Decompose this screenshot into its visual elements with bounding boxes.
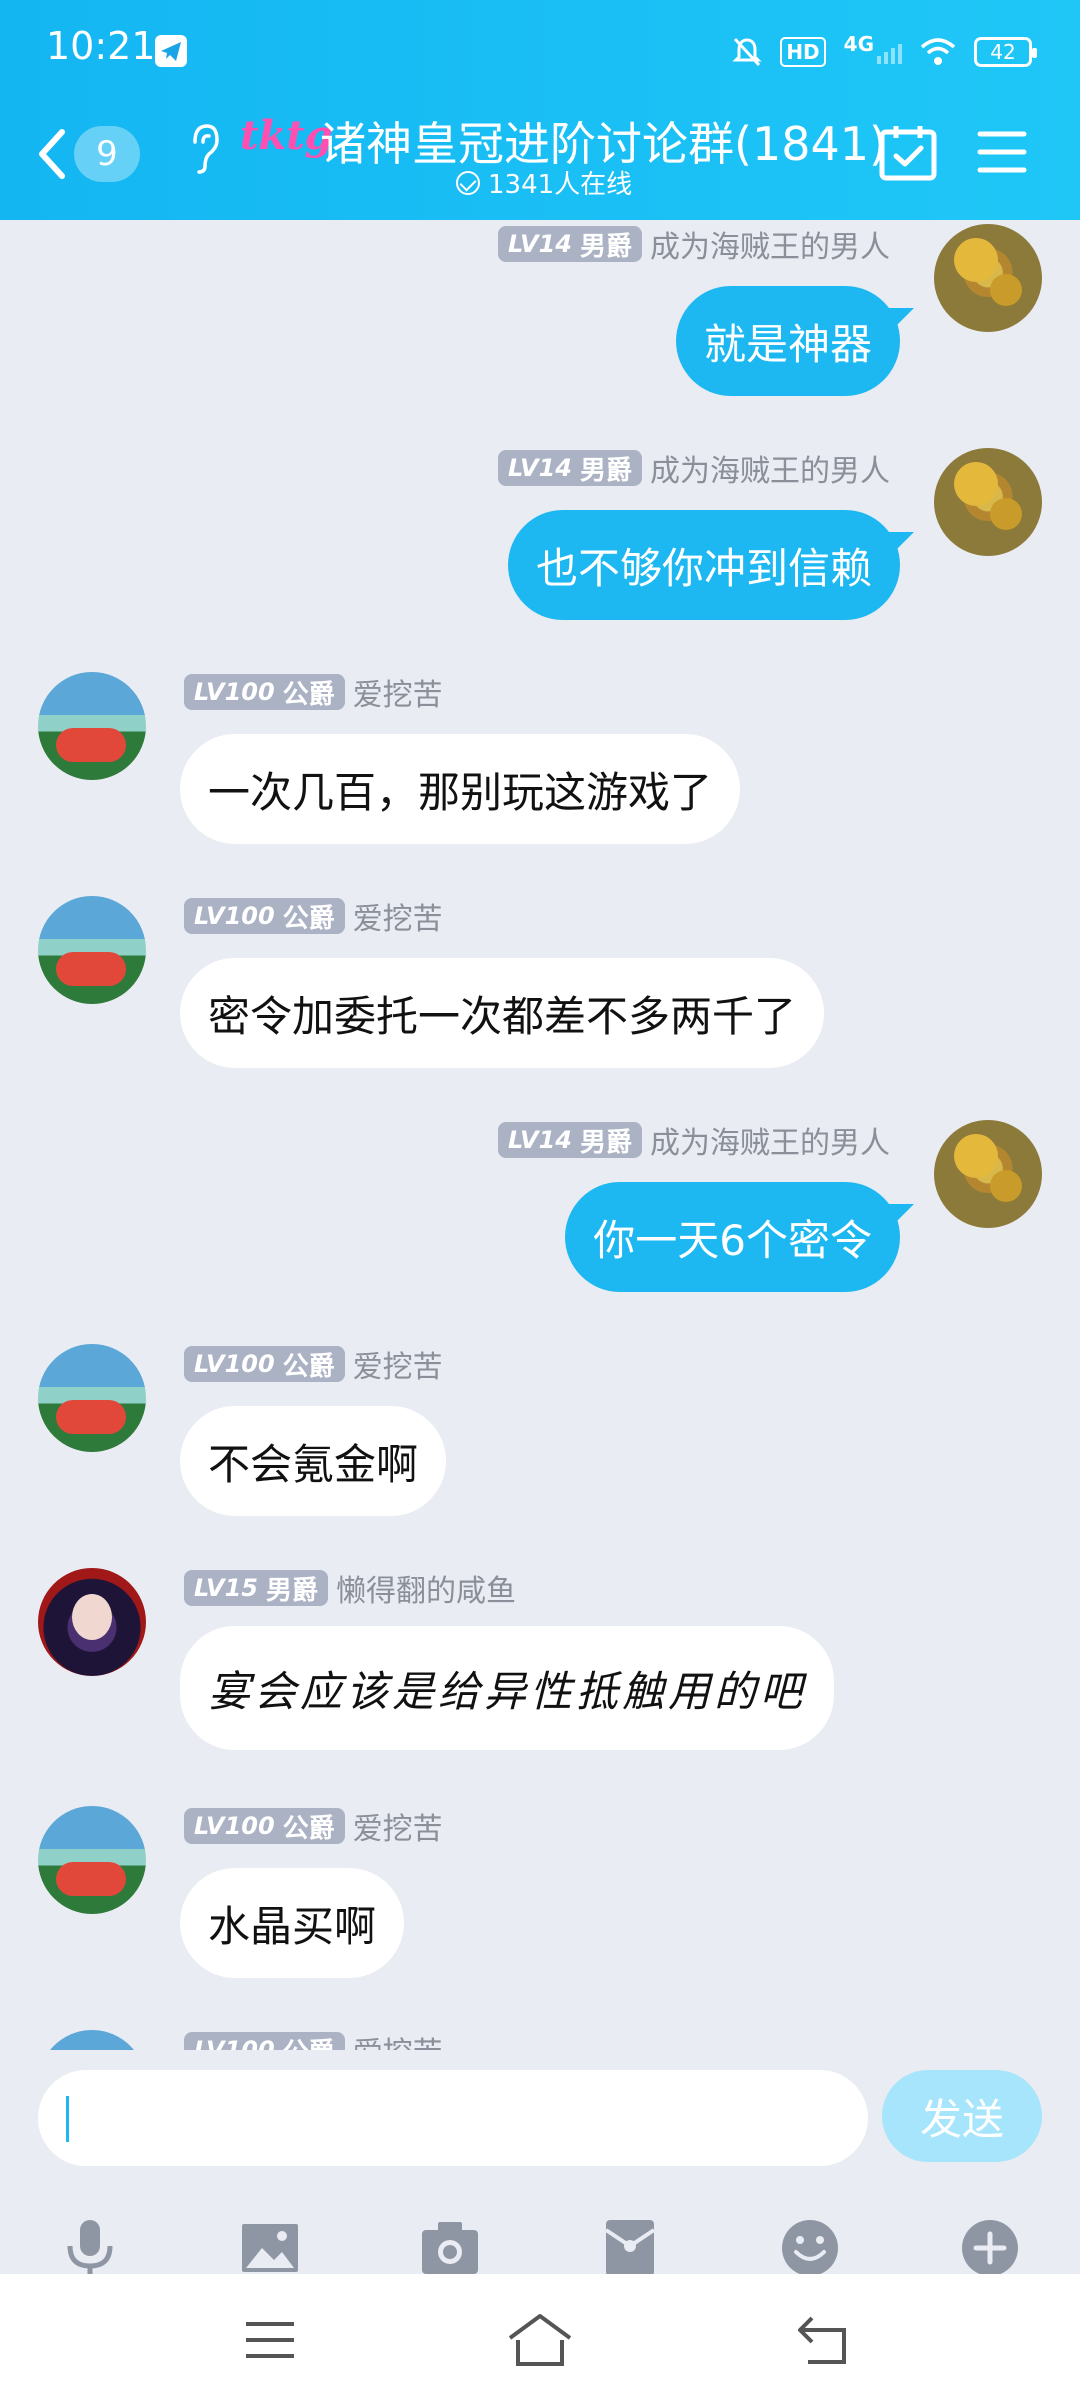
emoji-icon[interactable] bbox=[778, 2216, 842, 2280]
message-list[interactable]: LV14 男爵 成为海贼王的男人 就是神器 LV14 男爵 成为海贼王的男人 也不够… bbox=[0, 220, 1080, 2050]
hd-indicator: HD bbox=[780, 37, 826, 67]
back-nav-icon[interactable] bbox=[794, 2310, 854, 2370]
sender-name[interactable]: 爱挖苦 bbox=[353, 2028, 443, 2050]
camera-icon[interactable] bbox=[418, 2216, 482, 2280]
recent-apps-icon[interactable] bbox=[240, 2310, 300, 2370]
message-input[interactable] bbox=[38, 2070, 868, 2166]
calendar-check-icon[interactable] bbox=[878, 122, 938, 182]
level-badge: LV14 男爵 bbox=[498, 450, 642, 486]
avatar[interactable] bbox=[38, 1806, 146, 1914]
text-cursor bbox=[66, 2096, 69, 2142]
sender-name[interactable]: 成为海贼王的男人 bbox=[650, 222, 890, 266]
sender-name[interactable]: 爱挖苦 bbox=[353, 1804, 443, 1848]
message-bubble[interactable]: 也不够你冲到信赖 bbox=[507, 510, 900, 620]
sender-name[interactable]: 成为海贼王的男人 bbox=[650, 446, 890, 490]
chat-header: 9 tktg 诸神皇冠进阶讨论群(1841) 1341人在线 bbox=[0, 100, 1080, 220]
status-icons: HD 4G 42 bbox=[732, 30, 1037, 74]
status-bar: 10:21 HD 4G 42 bbox=[0, 0, 1080, 100]
sender-meta: LV15 男爵 懒得翻的咸鱼 bbox=[184, 1566, 516, 1610]
message-bubble[interactable]: 宴会应该是给异性抵触用的吧 bbox=[180, 1626, 835, 1750]
unread-count-badge: 9 bbox=[74, 126, 140, 182]
battery-indicator: 42 bbox=[974, 37, 1037, 67]
sender-meta: LV14 男爵 成为海贼王的男人 bbox=[498, 222, 890, 266]
chevron-left-icon bbox=[39, 129, 65, 179]
signal-indicator: 4G bbox=[844, 32, 902, 64]
message-bubble[interactable]: 密令加委托一次都差不多两千了 bbox=[180, 958, 825, 1068]
message-bubble[interactable]: 就是神器 bbox=[675, 286, 900, 396]
image-icon[interactable] bbox=[238, 2216, 302, 2280]
home-icon[interactable] bbox=[506, 2310, 574, 2370]
avatar[interactable] bbox=[38, 1568, 146, 1676]
message-bubble[interactable]: 水晶买啊 bbox=[180, 1868, 405, 1978]
avatar[interactable] bbox=[934, 1120, 1042, 1228]
sender-meta: LV14 男爵 成为海贼王的男人 bbox=[498, 1118, 890, 1162]
level-badge: LV100公爵 bbox=[184, 1808, 345, 1844]
level-badge: LV100公爵 bbox=[184, 674, 345, 710]
online-status: 1341人在线 bbox=[456, 164, 632, 201]
level-badge: LV15 男爵 bbox=[184, 1570, 328, 1606]
wifi-icon bbox=[920, 38, 956, 65]
group-brand-logo: tktg bbox=[240, 112, 333, 159]
mute-bell-icon bbox=[732, 37, 762, 67]
microphone-icon[interactable] bbox=[58, 2216, 122, 2280]
avatar[interactable] bbox=[38, 1344, 146, 1452]
sender-meta: LV100公爵 爱挖苦 bbox=[184, 670, 443, 714]
red-packet-icon[interactable] bbox=[598, 2216, 662, 2280]
sender-name[interactable]: 爱挖苦 bbox=[353, 1342, 443, 1386]
level-badge: LV14 男爵 bbox=[498, 226, 642, 262]
check-circle-icon bbox=[456, 170, 480, 195]
message-bubble[interactable]: 一次几百，那别玩这游戏了 bbox=[180, 734, 741, 844]
send-button[interactable]: 发送 bbox=[882, 2070, 1042, 2162]
avatar[interactable] bbox=[38, 2030, 146, 2050]
avatar[interactable] bbox=[38, 896, 146, 1004]
sender-name[interactable]: 懒得翻的咸鱼 bbox=[336, 1566, 516, 1610]
sender-name[interactable]: 成为海贼王的男人 bbox=[650, 1118, 890, 1162]
ear-icon[interactable] bbox=[183, 118, 223, 178]
sender-meta: LV14 男爵 成为海贼王的男人 bbox=[498, 446, 890, 490]
message-bubble[interactable]: 你一天6个密令 bbox=[565, 1182, 900, 1292]
level-badge: LV100公爵 bbox=[184, 898, 345, 934]
level-badge: LV100公爵 bbox=[184, 2032, 345, 2050]
plus-icon[interactable] bbox=[958, 2216, 1022, 2280]
top-bar: 10:21 HD 4G 42 9 tktg 诸神皇冠进阶讨论群(1841) 13… bbox=[0, 0, 1080, 220]
avatar[interactable] bbox=[38, 672, 146, 780]
sender-meta: LV100公爵 爱挖苦 bbox=[184, 1342, 443, 1386]
avatar[interactable] bbox=[934, 224, 1042, 332]
status-time: 10:21 bbox=[46, 24, 156, 68]
sender-meta: LV100公爵 爱挖苦 bbox=[184, 2030, 443, 2050]
menu-icon[interactable] bbox=[976, 126, 1028, 178]
back-button[interactable]: 9 bbox=[36, 124, 156, 184]
online-count: 1341人在线 bbox=[488, 170, 633, 200]
sender-name[interactable]: 爱挖苦 bbox=[353, 670, 443, 714]
level-badge: LV14 男爵 bbox=[498, 1122, 642, 1158]
telegram-app-icon bbox=[155, 35, 187, 67]
avatar[interactable] bbox=[934, 448, 1042, 556]
message-bubble[interactable]: 不会氪金啊 bbox=[180, 1406, 447, 1516]
level-badge: LV100公爵 bbox=[184, 1346, 345, 1382]
system-nav-bar bbox=[0, 2274, 1080, 2400]
sender-name[interactable]: 爱挖苦 bbox=[353, 894, 443, 938]
sender-meta: LV100公爵 爱挖苦 bbox=[184, 1804, 443, 1848]
sender-meta: LV100公爵 爱挖苦 bbox=[184, 894, 443, 938]
